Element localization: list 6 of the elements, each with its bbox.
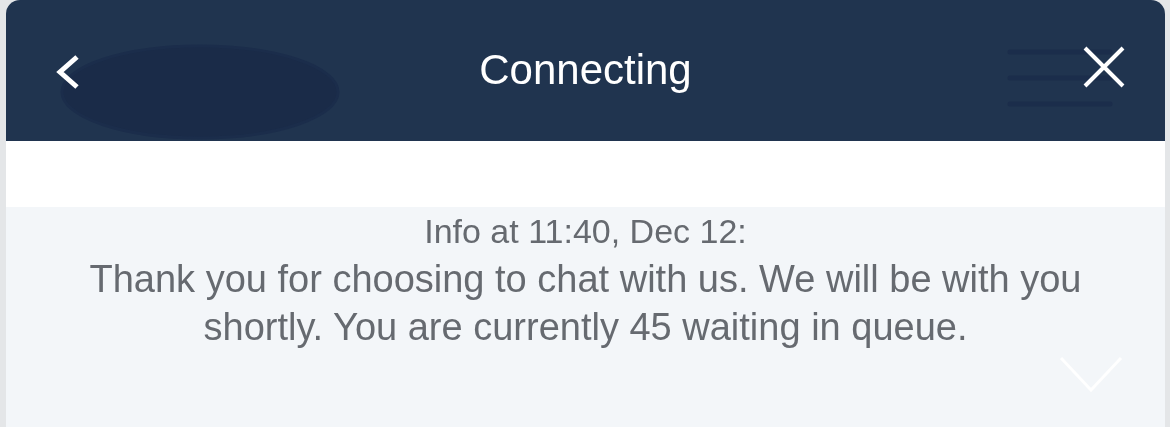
queue-message: Thank you for choosing to chat with us. We will be with you shortly. You are currently 45 waiting in queue. (88, 257, 1083, 350)
back-icon (55, 54, 81, 90)
menu-icon (1006, 48, 1114, 108)
header-title: Connecting (479, 45, 692, 95)
close-icon (1082, 45, 1126, 89)
info-timestamp: Info at 11:40, Dec 12: (424, 211, 747, 252)
